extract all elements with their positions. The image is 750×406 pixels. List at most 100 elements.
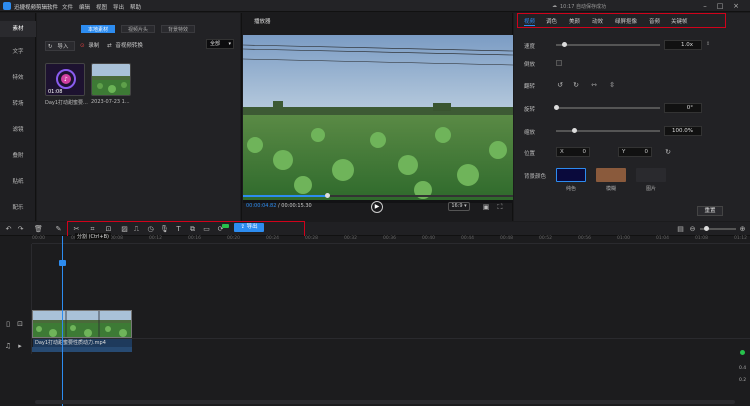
volume-icon[interactable]: ▸: [16, 342, 24, 350]
scale-slider-handle[interactable]: [571, 128, 577, 133]
nav-media[interactable]: 素材: [0, 21, 36, 37]
zoom-slider-handle[interactable]: [704, 226, 709, 231]
subtab-background-effects[interactable]: 背景特效: [161, 25, 195, 33]
duration-icon[interactable]: ◷: [146, 225, 155, 233]
convert-button[interactable]: ⇄ 音视频转换: [107, 41, 143, 51]
menu-file[interactable]: 文件: [62, 3, 73, 11]
undo-icon[interactable]: ↶: [4, 225, 13, 233]
zoom-icon[interactable]: ⊡: [104, 225, 113, 233]
flip-horizontal-icon[interactable]: ⇿: [590, 81, 598, 89]
ruler-tick: 01:08: [695, 236, 708, 241]
tab-color[interactable]: 调色: [546, 17, 557, 25]
fullscreen-icon[interactable]: ⛶: [496, 203, 504, 211]
reverse-label: 倒放: [524, 62, 536, 68]
swatch-solid[interactable]: [556, 168, 586, 182]
nav-effects[interactable]: 特效: [0, 73, 36, 81]
subtab-local-media[interactable]: 本地素材: [81, 25, 115, 33]
mosaic-icon[interactable]: ▨: [120, 225, 129, 233]
play-button[interactable]: ▶: [371, 201, 383, 213]
freeze-frame-icon[interactable]: ⎍: [132, 225, 141, 233]
record-button[interactable]: ⊙ 录制: [80, 41, 99, 51]
speed-value-field[interactable]: 1.0x: [664, 40, 702, 50]
pos-y-field[interactable]: Y 0: [618, 147, 652, 157]
filter-select[interactable]: 全部 ▾: [206, 39, 234, 49]
meter-value-1: 0.4: [739, 366, 747, 371]
screenshot-icon[interactable]: ▣: [482, 203, 490, 211]
export-button[interactable]: ⇪ 导出: [234, 223, 264, 232]
rotate-value-field[interactable]: 0°: [664, 103, 702, 113]
video-preview[interactable]: [243, 35, 513, 203]
title-bar: 迅捷视频剪辑软件 文件 编辑 视图 导出 帮助 ☁ 10:17 自动保存成功 –…: [0, 0, 750, 12]
pos-x-field[interactable]: X 0: [556, 147, 590, 157]
rotate-left-icon[interactable]: ↺: [556, 81, 564, 89]
nav-text[interactable]: 文字: [0, 47, 36, 55]
maximize-icon[interactable]: □: [715, 2, 725, 10]
edit-icon[interactable]: ✎: [54, 225, 63, 233]
subtab-video-intro[interactable]: 视频片头: [121, 25, 155, 33]
import-button[interactable]: ↻ 导入: [45, 41, 75, 51]
bg-color-label: 背景颜色: [524, 174, 547, 180]
crop-icon[interactable]: ⌗: [88, 225, 97, 233]
aspect-ratio-select[interactable]: 16:9 ▾: [448, 202, 470, 211]
close-icon[interactable]: ×: [731, 2, 741, 10]
tab-green-screen[interactable]: 绿屏抠像: [615, 17, 637, 25]
redo-icon[interactable]: ↷: [16, 225, 25, 233]
tab-audio[interactable]: 音频: [649, 17, 660, 25]
stepper-icon[interactable]: ⇕: [706, 41, 710, 47]
menu-view[interactable]: 视图: [96, 3, 107, 11]
rotate-right-icon[interactable]: ↻: [572, 81, 580, 89]
nav-overlay[interactable]: 叠附: [0, 151, 36, 159]
folder-icon[interactable]: ▭: [202, 225, 211, 233]
menu-edit[interactable]: 编辑: [79, 3, 90, 11]
ruler-tick: 00:08: [110, 236, 123, 241]
text-icon[interactable]: T: [174, 225, 183, 233]
menu-export[interactable]: 导出: [113, 3, 124, 11]
nav-filters[interactable]: 滤镜: [0, 125, 36, 133]
timeline-video-clip[interactable]: [32, 310, 132, 338]
delete-icon[interactable]: 🗑: [34, 225, 43, 233]
playback-progress-handle[interactable]: [324, 193, 330, 198]
ruler-tick: 01:12: [734, 236, 747, 241]
swatch-blur[interactable]: [596, 168, 626, 182]
scale-value-field[interactable]: 100.0%: [664, 126, 702, 136]
properties-panel: 视频 调色 美颜 动效 绿屏抠像 音频 关键帧 速度 1.0x ⇕ 倒放 翻转 …: [514, 13, 750, 221]
speed-slider-track[interactable]: [556, 44, 660, 46]
rotate-slider-track[interactable]: [556, 107, 660, 109]
split-icon[interactable]: ✂: [72, 225, 81, 233]
zoom-out-icon[interactable]: ⊖: [688, 225, 697, 233]
reset-button[interactable]: 重置: [697, 206, 723, 216]
music-track-icon[interactable]: ♫: [4, 342, 12, 350]
nav-transitions[interactable]: 转场: [0, 99, 36, 107]
aspect-ratio-value: 16:9: [451, 203, 463, 209]
flip-vertical-icon[interactable]: ⇳: [608, 81, 616, 89]
media-clip[interactable]: ♪ 01:08: [45, 63, 85, 96]
copy-icon[interactable]: ⧉: [188, 225, 197, 233]
tab-video[interactable]: 视频: [524, 17, 536, 26]
fit-icon[interactable]: ▤: [676, 225, 685, 233]
swatch-image[interactable]: [636, 168, 666, 182]
video-frame: [243, 35, 513, 203]
lock-icon[interactable]: ⊡: [16, 320, 24, 328]
nav-music[interactable]: 配乐: [0, 203, 36, 211]
media-clip[interactable]: [91, 63, 131, 96]
reset-position-icon[interactable]: ↻: [664, 148, 672, 156]
speed-slider-handle[interactable]: [562, 42, 568, 47]
tab-keyframe[interactable]: 关键帧: [671, 17, 688, 25]
tab-beauty[interactable]: 美颜: [569, 17, 580, 25]
svg-text:♪: ♪: [64, 76, 68, 83]
nav-stickers[interactable]: 贴纸: [0, 177, 36, 185]
timeline-scrollbar[interactable]: [35, 400, 735, 404]
playhead-handle[interactable]: [59, 260, 66, 266]
menu-help[interactable]: 帮助: [130, 3, 141, 11]
video-track-icon[interactable]: ▯: [4, 320, 12, 328]
timeline-audio-waveform[interactable]: [32, 347, 132, 352]
minimize-icon[interactable]: –: [700, 2, 710, 10]
reverse-checkbox[interactable]: [556, 60, 562, 66]
timeline-panel: ↶ ↷ 🗑 ✎ ✂ ⌗ ⊡ ▨ ⎍ ◷ 🎙 T ⧉ ▭ ⟳ ⇪ 导出 ▤ ⊖ ⊕…: [0, 221, 750, 406]
time-ruler[interactable]: 00:0000:0400:0800:1200:1600:2000:2400:28…: [32, 236, 750, 244]
tab-motion[interactable]: 动效: [592, 17, 603, 25]
zoom-in-icon[interactable]: ⊕: [738, 225, 747, 233]
app-title: 迅捷视频剪辑软件: [14, 5, 59, 11]
microphone-icon[interactable]: 🎙: [160, 225, 169, 233]
rotate-slider-handle[interactable]: [554, 105, 559, 110]
